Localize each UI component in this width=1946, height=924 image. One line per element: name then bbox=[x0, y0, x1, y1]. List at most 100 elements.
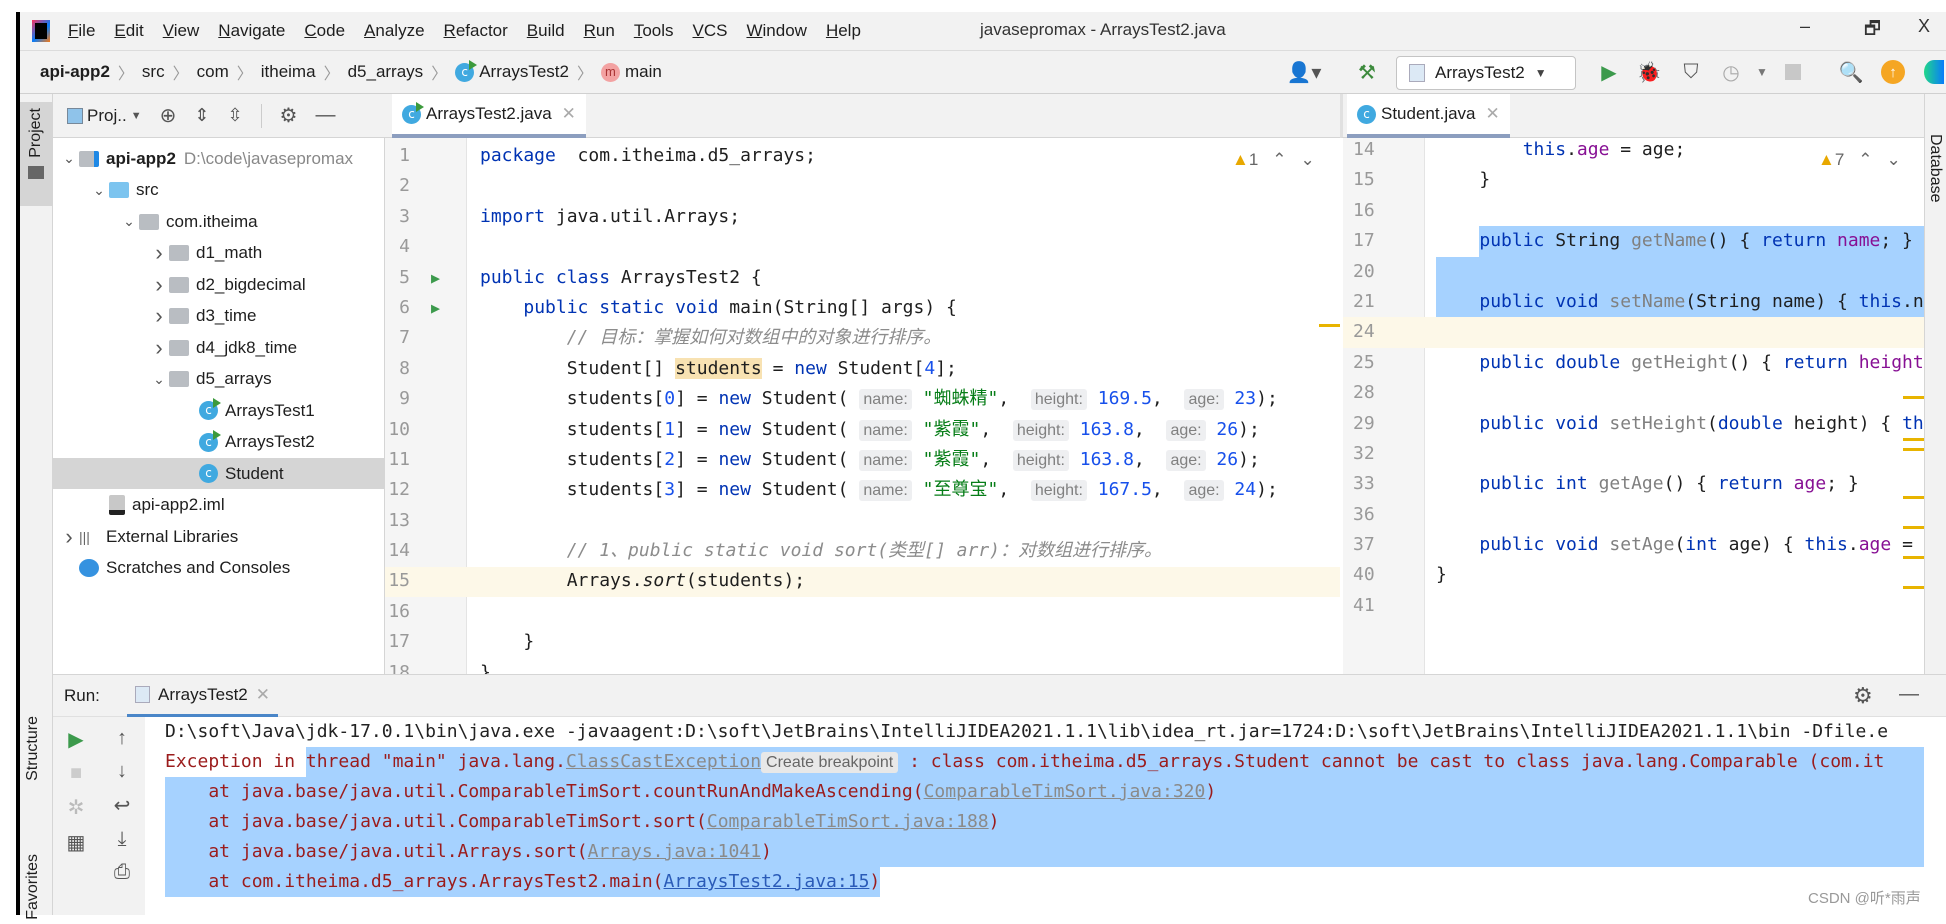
tree-item[interactable]: cStudent bbox=[53, 458, 385, 489]
restore-layout-icon[interactable]: ✲ bbox=[68, 795, 85, 820]
update-icon[interactable]: ↑ bbox=[1880, 58, 1906, 86]
rerun-icon[interactable]: ▶ bbox=[68, 727, 83, 752]
expand-all-icon[interactable]: ⇕ bbox=[194, 105, 209, 126]
menu-view[interactable]: View bbox=[163, 21, 200, 41]
search-icon[interactable]: 🔍 bbox=[1838, 58, 1864, 86]
hide-minus-icon[interactable]: — bbox=[1899, 683, 1919, 706]
debug-bug-icon[interactable]: 🐞 bbox=[1636, 58, 1662, 86]
editor-arraystest2[interactable]: ▲1⌃⌄ 1package com.itheima.d5_arrays;23im… bbox=[385, 138, 1340, 674]
project-stripe-tab[interactable]: Project bbox=[20, 102, 52, 206]
run-gutter-icon[interactable]: ▶ bbox=[431, 263, 440, 293]
tree-item[interactable]: ⌄d5_arrays bbox=[53, 364, 385, 395]
tree-item[interactable]: ⌄src bbox=[53, 175, 385, 206]
prev-highlight-icon[interactable]: ⌃ bbox=[1858, 150, 1872, 170]
hide-minus-icon[interactable]: — bbox=[315, 104, 335, 127]
tree-item[interactable]: Scratches and Consoles bbox=[53, 553, 385, 584]
tree-item[interactable]: ›d3_time bbox=[53, 301, 385, 332]
coverage-icon[interactable]: ⛉ bbox=[1678, 58, 1704, 86]
build-hammer-icon[interactable]: ⚒ bbox=[1352, 58, 1382, 86]
inspection-widget[interactable]: ▲7⌃⌄ bbox=[1818, 150, 1901, 170]
tab-arraystest2-java[interactable]: cArraysTest2.java✕ bbox=[392, 94, 586, 138]
chevron-down-icon[interactable]: ⌄ bbox=[89, 182, 109, 199]
jetbrains-logo-icon[interactable] bbox=[1922, 58, 1946, 86]
scroll-to-end-icon[interactable]: ⤓ bbox=[118, 828, 127, 851]
gear-icon[interactable]: ⚙ bbox=[280, 103, 298, 128]
menu-file[interactable]: File bbox=[68, 21, 95, 41]
close-tab-icon[interactable]: ✕ bbox=[1486, 104, 1500, 124]
menu-code[interactable]: Code bbox=[304, 21, 345, 41]
breadcrumb-item[interactable]: api-app2 bbox=[40, 62, 110, 82]
stack-trace-link[interactable]: Arrays.java:1041 bbox=[588, 841, 761, 862]
menu-tools[interactable]: Tools bbox=[634, 21, 674, 41]
more-run-chevron-icon[interactable]: ▼ bbox=[1752, 58, 1772, 86]
database-stripe-tab[interactable]: Database bbox=[1926, 134, 1944, 203]
stack-trace-link[interactable]: ComparableTimSort.java:188 bbox=[707, 811, 989, 832]
tree-item[interactable]: api-app2.iml bbox=[53, 490, 385, 521]
soft-wrap-icon[interactable]: ↩ bbox=[114, 793, 131, 818]
chevron-right-icon[interactable]: › bbox=[149, 240, 169, 266]
menu-vcs[interactable]: VCS bbox=[693, 21, 728, 41]
vcs-user-icon[interactable]: 👤▾ bbox=[1284, 58, 1324, 86]
breadcrumb-item[interactable]: src bbox=[142, 62, 165, 82]
run-icon[interactable]: ▶ bbox=[1596, 58, 1622, 86]
close-tab-icon[interactable]: ✕ bbox=[562, 104, 576, 124]
run-tab-arraystest2[interactable]: ArraysTest2 ✕ bbox=[127, 675, 278, 718]
tree-item[interactable]: cArraysTest1 bbox=[53, 395, 385, 426]
close-button[interactable]: X bbox=[1918, 16, 1930, 37]
maximize-button[interactable]: 🗗 bbox=[1864, 16, 1881, 46]
editor-student[interactable]: 14 this.age = age;15 }1617 public String… bbox=[1343, 138, 1924, 674]
breadcrumb-item[interactable]: cArraysTest2 bbox=[455, 62, 569, 82]
stop-icon[interactable] bbox=[1780, 58, 1806, 86]
close-tab-icon[interactable]: ✕ bbox=[256, 685, 270, 705]
chevron-right-icon[interactable]: › bbox=[149, 272, 169, 298]
collapse-all-icon[interactable]: ⇳ bbox=[227, 105, 242, 126]
minimize-button[interactable]: – bbox=[1800, 16, 1810, 37]
run-configuration-select[interactable]: ArraysTest2 ▼ bbox=[1396, 56, 1576, 90]
chevron-right-icon[interactable]: › bbox=[149, 335, 169, 361]
locate-target-icon[interactable]: ⊕ bbox=[160, 103, 177, 128]
menu-analyze[interactable]: Analyze bbox=[364, 21, 424, 41]
profile-icon[interactable]: ◷ bbox=[1718, 58, 1744, 86]
menu-run[interactable]: Run bbox=[584, 21, 615, 41]
structure-stripe-tab[interactable]: Structure bbox=[24, 716, 42, 781]
breadcrumb-item[interactable]: com bbox=[197, 62, 229, 82]
breadcrumb-item[interactable]: itheima bbox=[261, 62, 316, 82]
next-highlight-icon[interactable]: ⌄ bbox=[1887, 150, 1901, 170]
down-arrow-icon[interactable]: ↓ bbox=[117, 760, 127, 783]
stack-trace-link[interactable]: ComparableTimSort.java:320 bbox=[924, 781, 1206, 802]
menu-navigate[interactable]: Navigate bbox=[218, 21, 285, 41]
layout-icon[interactable]: ▦ bbox=[67, 830, 86, 855]
tree-item[interactable]: ›d1_math bbox=[53, 238, 385, 269]
stack-trace-link[interactable]: ArraysTest2.java:15 bbox=[664, 871, 870, 892]
tree-item[interactable]: ›|||External Libraries bbox=[53, 521, 385, 552]
run-console[interactable]: D:\soft\Java\jdk-17.0.1\bin\java.exe -ja… bbox=[145, 717, 1924, 915]
menu-edit[interactable]: Edit bbox=[114, 21, 143, 41]
menu-build[interactable]: Build bbox=[527, 21, 565, 41]
stack-trace-link[interactable]: ClassCastException bbox=[566, 751, 761, 772]
breadcrumb-item[interactable]: d5_arrays bbox=[348, 62, 424, 82]
tree-item[interactable]: ›d2_bigdecimal bbox=[53, 269, 385, 300]
up-arrow-icon[interactable]: ↑ bbox=[117, 727, 127, 750]
tree-item[interactable]: ⌄api-app2D:\code\javasepromax bbox=[53, 143, 385, 174]
print-icon[interactable]: ⎙ bbox=[114, 861, 130, 884]
tab-student-java[interactable]: cStudent.java✕ bbox=[1347, 94, 1510, 138]
chevron-down-icon[interactable]: ⌄ bbox=[59, 150, 79, 167]
run-gutter-icon[interactable]: ▶ bbox=[431, 293, 440, 323]
chevron-right-icon[interactable]: › bbox=[59, 524, 79, 550]
breadcrumb-item[interactable]: mmain bbox=[601, 62, 662, 82]
favorites-stripe-tab[interactable]: Favorites bbox=[24, 854, 42, 924]
console-text: : class com.itheima.d5_arrays.Student ca… bbox=[898, 751, 1884, 772]
menu-refactor[interactable]: Refactor bbox=[444, 21, 508, 41]
create-breakpoint-button[interactable]: Create breakpoint bbox=[761, 752, 898, 773]
chevron-down-icon[interactable]: ⌄ bbox=[149, 371, 169, 388]
chevron-down-icon[interactable]: ⌄ bbox=[119, 213, 139, 230]
menu-window[interactable]: Window bbox=[746, 21, 806, 41]
tree-item[interactable]: cArraysTest2 bbox=[53, 427, 385, 458]
gear-icon[interactable]: ⚙ bbox=[1853, 683, 1873, 709]
menu-help[interactable]: Help bbox=[826, 21, 861, 41]
tree-item[interactable]: ⌄com.itheima bbox=[53, 206, 385, 237]
stop-icon[interactable]: ■ bbox=[70, 762, 82, 785]
tree-item[interactable]: ›d4_jdk8_time bbox=[53, 332, 385, 363]
project-view-select[interactable]: Proj..▼ bbox=[67, 106, 142, 126]
chevron-right-icon[interactable]: › bbox=[149, 303, 169, 329]
